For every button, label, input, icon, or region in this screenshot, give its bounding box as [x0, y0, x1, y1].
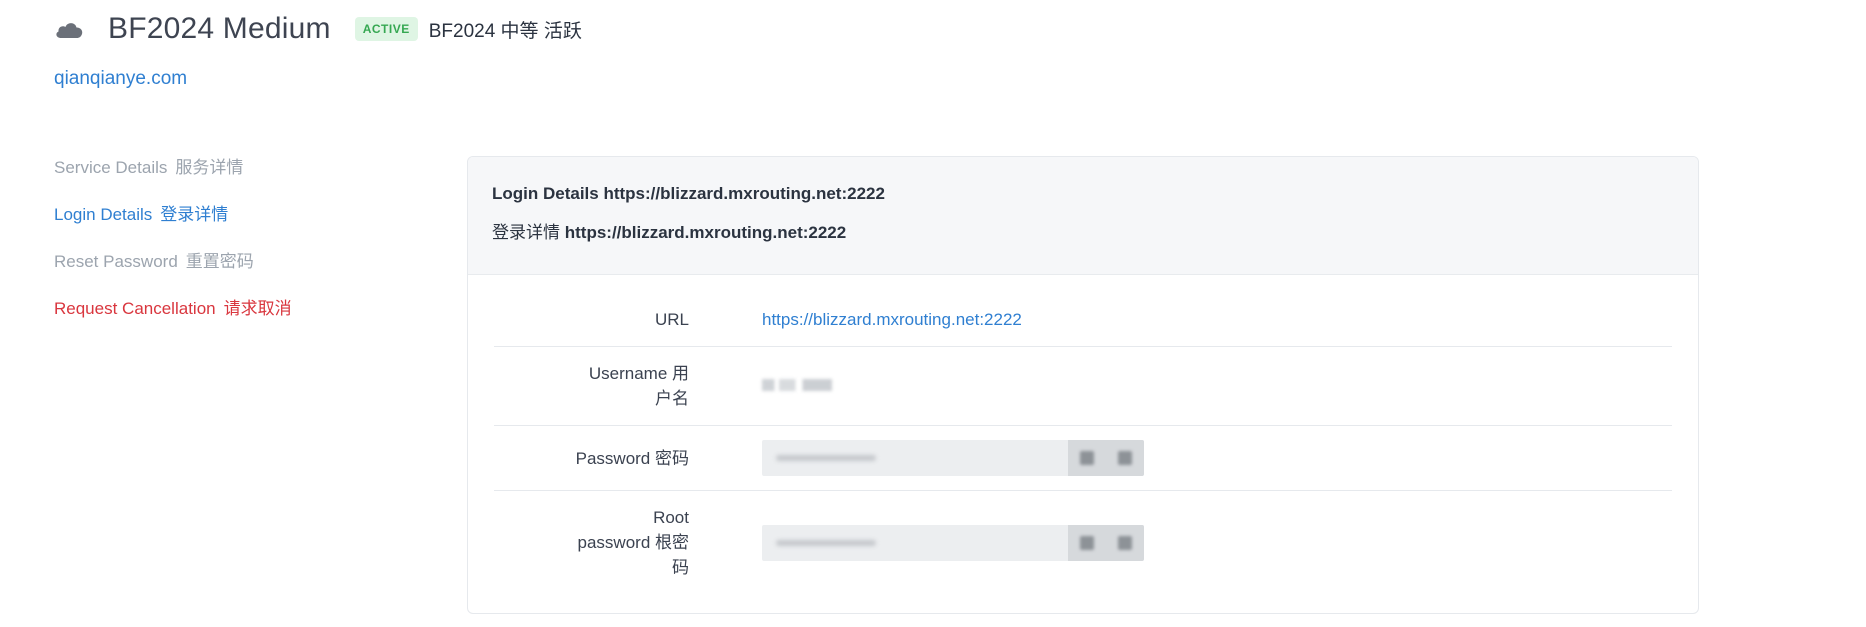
- status-badge: ACTIVE: [354, 17, 418, 41]
- sidebar-item-label: Request Cancellation: [54, 299, 216, 318]
- sidebar-nav: Service Details 服务详情 Login Details 登录详情 Re…: [54, 153, 374, 341]
- product-subtitle: BF2024 中等 活跃: [428, 20, 582, 42]
- username-label: Username 用 户名: [494, 347, 708, 426]
- reveal-root-password-button[interactable]: [1068, 524, 1106, 561]
- panel-heading-url: https://blizzard.mxrouting.net:2222: [603, 184, 885, 203]
- table-row-url: URL https://blizzard.mxrouting.net:2222: [494, 293, 1672, 347]
- root-password-label-line2: password 根密: [577, 533, 689, 552]
- sidebar-item-label-zh: 登录详情: [160, 205, 229, 224]
- sidebar-item-label-zh: 服务详情: [175, 158, 244, 177]
- url-value-cell: https://blizzard.mxrouting.net:2222: [708, 293, 1672, 347]
- password-mask: [762, 440, 1068, 476]
- sidebar-item-label: Login Details: [54, 205, 153, 224]
- password-value-cell: [708, 426, 1672, 491]
- root-password-label-line1: Root: [653, 508, 689, 527]
- eye-icon: [1080, 451, 1094, 465]
- sidebar-item-label: Reset Password: [54, 252, 178, 271]
- password-field[interactable]: [762, 440, 1144, 476]
- cloud-icon: [56, 23, 83, 38]
- root-password-label-line3: 码: [672, 558, 689, 577]
- username-label-line2: 户名: [655, 389, 689, 408]
- root-password-label: Root password 根密 码: [494, 491, 708, 595]
- panel-heading-en: Login Details https://blizzard.mxrouting…: [492, 184, 1674, 204]
- panel-heading-label-zh: 登录详情: [492, 223, 560, 242]
- copy-password-button[interactable]: [1106, 440, 1144, 476]
- page: BF2024 Medium ACTIVE BF2024 中等 活跃 qianqi…: [0, 0, 1866, 627]
- root-password-value-cell: [708, 491, 1672, 595]
- sidebar-item-label: Service Details: [54, 158, 168, 177]
- copy-root-password-button[interactable]: [1106, 524, 1144, 561]
- username-value-redacted: [762, 379, 832, 391]
- panel-body: URL https://blizzard.mxrouting.net:2222 …: [468, 275, 1698, 594]
- copy-icon: [1118, 451, 1132, 465]
- table-row-username: Username 用 户名: [494, 347, 1672, 426]
- table-row-root-password: Root password 根密 码: [494, 491, 1672, 595]
- url-label: URL: [654, 310, 689, 329]
- sidebar-item-reset-password[interactable]: Reset Password 重置密码: [54, 247, 374, 272]
- panel-heading-zh: 登录详情 https://blizzard.mxrouting.net:2222: [492, 218, 1674, 243]
- sidebar-item-login-details[interactable]: Login Details 登录详情: [54, 200, 374, 225]
- password-label: Password 密码: [575, 448, 689, 468]
- login-details-panel: Login Details https://blizzard.mxrouting…: [467, 156, 1699, 614]
- login-url-link[interactable]: https://blizzard.mxrouting.net:2222: [762, 310, 1022, 329]
- sidebar-item-label-zh: 请求取消: [223, 299, 292, 318]
- login-details-table: URL https://blizzard.mxrouting.net:2222 …: [494, 293, 1672, 594]
- copy-icon: [1118, 535, 1132, 550]
- product-title: BF2024 Medium: [108, 12, 331, 45]
- eye-icon: [1080, 535, 1094, 550]
- panel-heading-label: Login Details: [492, 184, 599, 203]
- username-label-line1: Username 用: [588, 364, 689, 383]
- root-password-field[interactable]: [762, 524, 1144, 561]
- panel-heading-url-zh: https://blizzard.mxrouting.net:2222: [564, 223, 847, 242]
- domain-link[interactable]: qianqianye.com: [54, 68, 187, 90]
- panel-header: Login Details https://blizzard.mxrouting…: [468, 157, 1698, 275]
- table-row-password: Password 密码: [494, 426, 1672, 491]
- reveal-password-button[interactable]: [1068, 440, 1106, 476]
- product-header: BF2024 Medium ACTIVE BF2024 中等 活跃: [54, 12, 582, 46]
- sidebar-item-request-cancellation[interactable]: Request Cancellation 请求取消: [54, 294, 374, 319]
- sidebar-item-label-zh: 重置密码: [185, 252, 254, 271]
- root-password-mask: [762, 525, 1068, 561]
- username-value-cell: [708, 347, 1672, 426]
- sidebar-item-service-details[interactable]: Service Details 服务详情: [54, 153, 374, 178]
